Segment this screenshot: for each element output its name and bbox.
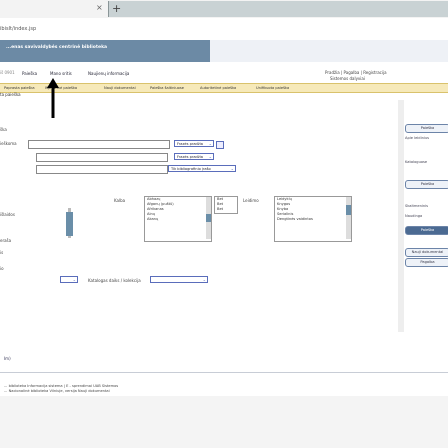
list-item[interactable]: Bet [215,207,237,212]
library-title: ...enas savivaldybės centrinė biblioteka [6,45,108,50]
catalog-label: Katalogas daiks / kolekcija [88,278,141,283]
scroll-thumb[interactable] [206,214,211,222]
select-value: Frazės pradžia [177,155,203,159]
right-tag-search[interactable]: Paieška [405,124,448,133]
address-bar[interactable]: ibisIt/index.jsp [0,26,36,32]
menu-search[interactable]: Paieška [22,71,37,76]
select-value: Frazės pradžia [177,142,203,146]
submenu-authority[interactable]: Autoritetinė paieška [200,86,236,90]
top-links[interactable]: Pradžia | Pagalba | Registracija [325,70,387,75]
filter-label: eraša [0,238,12,243]
submenu-new-docs[interactable]: Nauji dokumentai [104,86,136,90]
search-input[interactable] [28,140,170,149]
header-banner [0,40,210,62]
list-item[interactable]: Akanų [145,217,211,222]
help-button[interactable]: Pagalba [405,258,448,267]
section-label: ta paieška [0,92,21,97]
scroll-thumb[interactable] [66,212,73,236]
vertical-scrollbar[interactable] [398,100,404,332]
system-users-link[interactable]: Sistemos dalyviai [330,76,365,81]
edition-label: Leidimo [243,198,259,203]
footer-divider [0,372,448,373]
right-search-button[interactable]: Paieška [405,226,448,235]
language-label: Kalba [114,198,126,203]
chevron-down-icon: ⌄ [208,141,212,146]
chevron-down-icon: ⌄ [208,154,212,159]
match-select[interactable]: Frazės pradžia ⌄ [174,140,214,147]
right-text: Naudinga [405,214,423,218]
search-input-2[interactable] [36,153,168,162]
arrow-up-icon [47,78,59,118]
footer-text: ... Nacionalinė biblioteka Vilniuje, ver… [4,389,110,393]
type-listbox[interactable]: Bet Bet Bet [214,196,238,214]
operator-button[interactable] [216,141,224,149]
publication-listbox[interactable]: Leidyklų Knygos Knyba Serialinis Dengtin… [274,196,352,242]
new-documents-button[interactable]: Nauji dokumentai [405,248,448,257]
scroll-thumb[interactable] [346,205,351,215]
catalog-select[interactable]: ⌄ [150,276,208,283]
footer-text: ... biblioteka Informacija sistema | E -… [4,384,119,388]
browser-tab[interactable] [108,1,448,17]
right-tag-search-2[interactable]: Paieška [405,180,448,189]
select-value: Tik bibliografinio įrašo [171,167,211,171]
menu-news[interactable]: Naujienų informacija [88,71,129,76]
small-select[interactable]: ⌄ [60,276,78,283]
form-label: ška [0,127,7,132]
scrollbar[interactable] [346,197,351,239]
new-tab-icon[interactable]: + [112,2,121,15]
small-link[interactable]: Im) [4,356,11,361]
filter-label: išlaidos [0,212,15,217]
main-menu: Paieška Mano sritis Naujienų informacija [0,70,300,77]
submenu-simple[interactable]: Paprasta paieška [4,86,35,90]
submenu-unified[interactable]: Unifikuota paieška [256,86,289,90]
chevron-down-icon: ⌄ [72,277,76,282]
language-listbox[interactable]: Abhazų Afganų (puštū) Afrikanas Ainų Aka… [144,196,212,242]
search-input-3[interactable] [36,165,168,174]
list-item[interactable]: Dengtinės vaidintos [275,217,351,222]
right-text: Apie leidinius [405,136,430,140]
submenu-sources[interactable]: Paieška šaltiniuose [150,86,184,90]
record-type-select[interactable]: Tik bibliografinio įrašo ⌄ [168,165,236,172]
close-icon[interactable]: × [96,3,103,12]
filter-label: io [0,266,4,271]
chevron-down-icon: ⌄ [230,166,234,171]
match-select-2[interactable]: Frazės pradžia ⌄ [174,153,214,160]
menu-my-area[interactable]: Mano sritis [50,71,72,76]
chevron-down-icon: ⌄ [202,277,206,282]
search-submenu: Paprasta paieška Išplėstinė paieška Nauj… [0,83,448,93]
right-text: Kataloguose [405,160,428,164]
page-bottom [0,396,448,448]
right-text: Skaitmeninis [405,204,429,208]
filter-label: is [0,250,4,255]
form-label: ieškoma [0,141,17,146]
